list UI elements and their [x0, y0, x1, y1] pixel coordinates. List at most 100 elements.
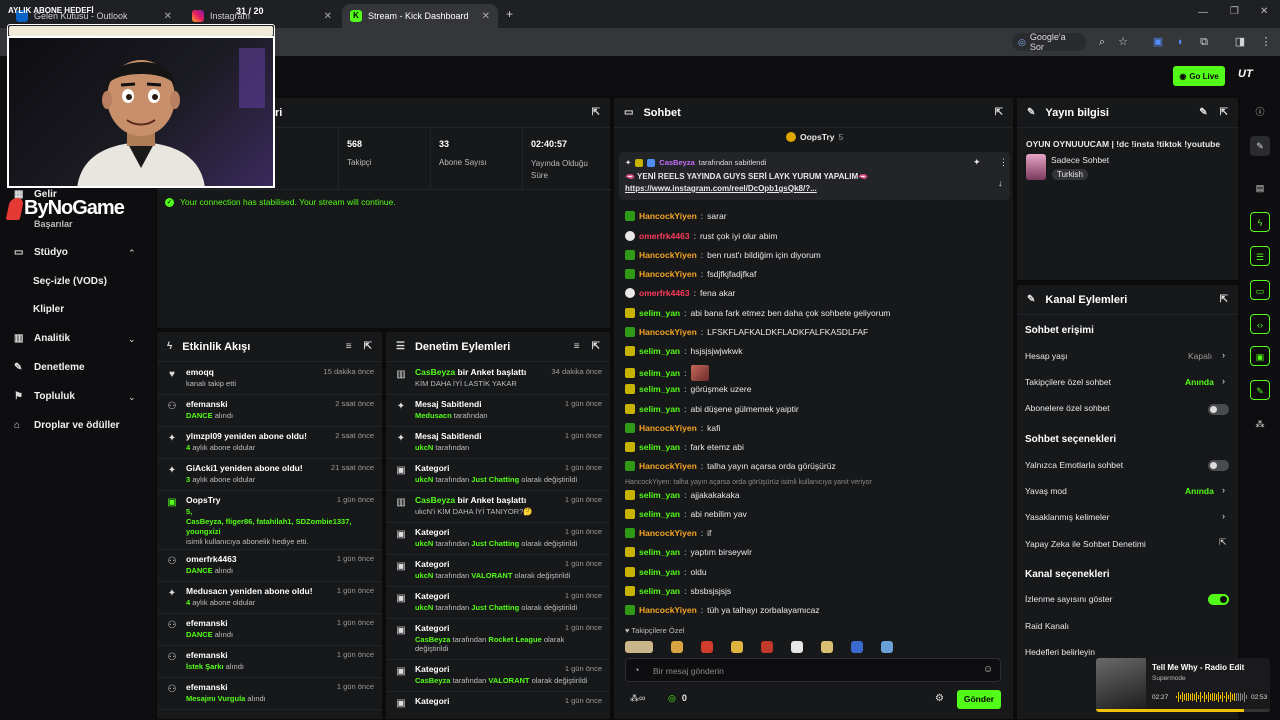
- stats-icon[interactable]: ▤: [1250, 178, 1270, 198]
- filter-icon[interactable]: ≡: [346, 341, 352, 352]
- emote-icon[interactable]: [851, 641, 863, 653]
- chat-username[interactable]: selim_yan: [639, 346, 680, 356]
- followers-chat-label[interactable]: Takipçilere özel sohbet: [1025, 377, 1111, 387]
- go-live-button[interactable]: ◉ Go Live: [1173, 66, 1225, 86]
- chevron-down-icon[interactable]: ⌄: [128, 392, 136, 403]
- emote-only-toggle[interactable]: [1208, 460, 1229, 471]
- chat-message[interactable]: HancockYiyen: ben rust'ı bildiğim için di…: [625, 250, 821, 260]
- moderation-event[interactable]: ▣ Kategori 1 gün önce ukcN tarafından VALOR…: [386, 555, 610, 587]
- chat-username[interactable]: selim_yan: [639, 509, 680, 519]
- chat-username[interactable]: HancockYiyen: [639, 605, 697, 615]
- new-tab-icon[interactable]: +: [506, 7, 513, 21]
- chevron-right-icon[interactable]: ›: [1222, 485, 1225, 495]
- followers-chat-value[interactable]: Anında: [1185, 377, 1214, 387]
- popout-icon[interactable]: ⇱: [592, 341, 600, 352]
- chat-message[interactable]: HancockYiyen: if: [625, 528, 711, 538]
- moderation-event[interactable]: ▣ Kategori 1 gün önce CasBeyza tarafından R…: [386, 619, 610, 660]
- goals-label[interactable]: Hedefleri belirleyin: [1025, 647, 1095, 657]
- chat-message[interactable]: HancockYiyen: fsdjfkjfadjfkaf: [625, 269, 756, 279]
- channel-points[interactable]: ◎ 0: [668, 693, 687, 704]
- chat-username[interactable]: selim_yan: [639, 567, 680, 577]
- profile-icon[interactable]: ◨: [1232, 34, 1248, 50]
- chevron-right-icon[interactable]: ›: [1222, 511, 1225, 521]
- activity-event[interactable]: ✦ ylmzpl09 yeniden abone oldu! 2 saat önce…: [157, 427, 382, 459]
- community-icon[interactable]: ⁂: [1250, 414, 1270, 434]
- smiley-icon[interactable]: ☺: [983, 664, 993, 675]
- moderation-event[interactable]: ✦ Mesaj Sabitlendi 1 gün önce Medusacn tara…: [386, 395, 610, 427]
- activity-event[interactable]: ✦ Medusacn yeniden abone oldu! 1 gün önce 4…: [157, 582, 382, 614]
- moderation-event[interactable]: ▥ CasBeyza bir Anket başlattı 34 dakika ön…: [386, 363, 610, 395]
- close-icon[interactable]: ✕: [324, 11, 332, 22]
- ai-moderation-label[interactable]: Yapay Zeka ile Sohbet Denetimi: [1025, 539, 1146, 549]
- show-viewers-toggle[interactable]: [1208, 594, 1229, 605]
- sidebar-item-vods[interactable]: Seç-izle (VODs): [33, 276, 107, 287]
- chevron-down-icon[interactable]: ⌄: [128, 334, 136, 345]
- emote-icon[interactable]: [761, 641, 773, 653]
- unpin-icon[interactable]: ✦: [973, 157, 981, 168]
- sidebar-item-studyo[interactable]: ▭ Stüdyo: [14, 247, 68, 258]
- bookmark-star-icon[interactable]: ☆: [1115, 34, 1131, 50]
- activity-event[interactable]: ⚇ efemanski 1 gün önce DANCE alındı: [157, 614, 382, 646]
- activity-event[interactable]: ✦ GiAcki1 yeniden abone oldu! 21 saat önce…: [157, 459, 382, 491]
- tools-icon[interactable]: ✎: [1250, 380, 1270, 400]
- chat-message[interactable]: HancockYiyen: tüh ya talhayı zorbalayamıc…: [625, 605, 820, 615]
- account-age-label[interactable]: Hesap yaşı: [1025, 351, 1068, 361]
- chevron-right-icon[interactable]: ›: [1222, 350, 1225, 360]
- chat-username[interactable]: HancockYiyen: [639, 461, 697, 471]
- slow-mode-label[interactable]: Yavaş mod: [1025, 486, 1067, 496]
- chat-message[interactable]: selim_yan: abi nebilim yav: [625, 509, 747, 519]
- subs-chat-toggle[interactable]: [1208, 404, 1229, 415]
- close-icon[interactable]: ✕: [482, 11, 490, 22]
- restore-icon[interactable]: ❐: [1230, 6, 1239, 17]
- popout-icon[interactable]: ⇱: [1220, 107, 1228, 118]
- google-lens-button[interactable]: ◎ Google'a Sor: [1012, 32, 1086, 52]
- chat-username[interactable]: HancockYiyen: [639, 250, 697, 260]
- chat-username[interactable]: selim_yan: [639, 384, 680, 394]
- chat-message[interactable]: selim_yan: abi düşene gülmemek yaiptir: [625, 404, 799, 414]
- sidebar-item-droplar[interactable]: ⌂ Droplar ve ödüller: [14, 420, 120, 431]
- tab-kick-dashboard[interactable]: K Stream - Kick Dashboard ✕: [342, 4, 498, 28]
- more-icon[interactable]: ⋮: [999, 157, 1008, 168]
- popout-icon[interactable]: ⇱: [995, 107, 1003, 118]
- chat-message[interactable]: selim_yan:: [625, 365, 709, 381]
- sidebar-item-klipler[interactable]: Klipler: [33, 304, 64, 315]
- pinned-message[interactable]: ✦ CasBeyza tarafından sabitlendi 🫦 YENİ …: [619, 152, 1010, 200]
- moderation-event[interactable]: ▣ Kategori 1 gün önce: [386, 692, 610, 719]
- send-button[interactable]: Gönder: [957, 690, 1001, 709]
- expand-icon[interactable]: ↓: [998, 178, 1003, 188]
- chat-username[interactable]: omerfrk4463: [639, 288, 690, 298]
- menu-dots-icon[interactable]: ⋮: [1258, 34, 1274, 50]
- sidebar-item-basarilar[interactable]: Başarılar: [14, 219, 73, 229]
- user-avatar-icon[interactable]: UT: [1238, 68, 1253, 80]
- chat-username[interactable]: selim_yan: [639, 490, 680, 500]
- top-gifter[interactable]: OopsTry 5: [786, 132, 843, 142]
- translate-icon[interactable]: ▣: [1150, 34, 1166, 50]
- edit-icon[interactable]: ✎: [1250, 136, 1270, 156]
- moderation-event[interactable]: ▣ Kategori 1 gün önce ukcN tarafından Just …: [386, 459, 610, 491]
- activity-event[interactable]: ▣ OopsTry 1 gün önce 5, CasBeyza, fliger86, …: [157, 491, 382, 550]
- chat-message[interactable]: selim_yan: oldu: [625, 567, 707, 577]
- chat-message[interactable]: omerfrk4463: fena akar: [625, 288, 735, 298]
- slow-mode-value[interactable]: Anında: [1185, 486, 1214, 496]
- chat-username[interactable]: selim_yan: [639, 308, 680, 318]
- sidebar-item-topluluk[interactable]: ⚑ Topluluk: [14, 391, 75, 402]
- popout-icon[interactable]: ⇱: [364, 341, 372, 352]
- sidebar-item-analitik[interactable]: ▥ Analitik: [14, 333, 70, 344]
- chat-message[interactable]: selim_yan: hsjsjsjwjwkwk: [625, 346, 742, 356]
- chat-message[interactable]: selim_yan: fark etemz abi: [625, 442, 744, 452]
- chevron-up-icon[interactable]: ⌃: [128, 248, 136, 259]
- external-link-icon[interactable]: ⇱: [1219, 537, 1227, 548]
- moderation-event[interactable]: ▣ Kategori 1 gün önce ukcN tarafından Just …: [386, 587, 610, 619]
- chat-username[interactable]: selim_yan: [639, 404, 680, 414]
- emote-icon[interactable]: [881, 641, 893, 653]
- close-window-icon[interactable]: ✕: [1260, 6, 1268, 17]
- emote-icon[interactable]: [821, 641, 833, 653]
- chat-username[interactable]: HancockYiyen: [639, 327, 697, 337]
- chat-message[interactable]: HancockYiyen: talha yayın açarsa orda gör…: [625, 461, 836, 471]
- chat-username[interactable]: selim_yan: [639, 547, 680, 557]
- community-icon[interactable]: ⁂∞: [630, 693, 645, 704]
- chat-message[interactable]: selim_yan: yaptım birseywlr: [625, 547, 752, 557]
- panel-icon[interactable]: ▣: [1250, 346, 1270, 366]
- account-age-value[interactable]: Kapalı: [1188, 351, 1212, 361]
- activity-event[interactable]: ⚇ efemanski 1 gün önce İstek Şarkı alındı: [157, 646, 382, 678]
